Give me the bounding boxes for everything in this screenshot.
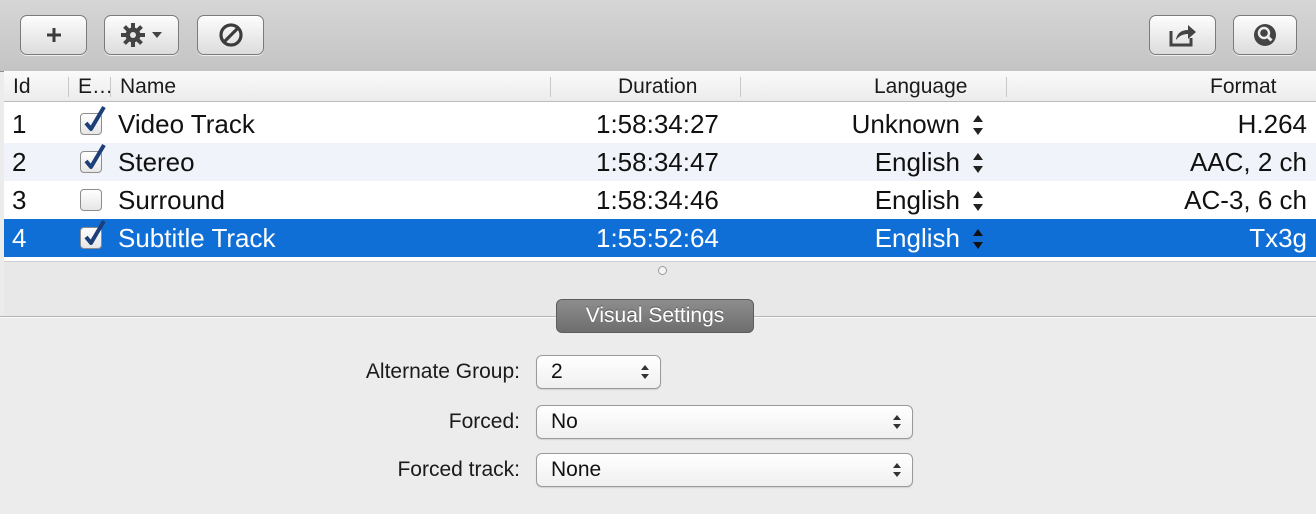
track-duration: 1:58:34:47 — [596, 147, 719, 177]
share-icon — [1169, 25, 1196, 47]
track-id: 2 — [12, 147, 27, 177]
track-format: AAC, 2 ch — [1189, 147, 1307, 177]
track-language: English — [874, 223, 960, 253]
track-language: English — [874, 147, 960, 177]
search-icon — [1254, 24, 1276, 46]
track-id: 1 — [12, 109, 27, 139]
track-name: Video Track — [118, 109, 255, 139]
track-duration: 1:58:34:46 — [596, 185, 719, 215]
alternate-group-label: Alternate Group: — [365, 360, 520, 383]
enabled-checkbox[interactable] — [80, 219, 106, 249]
plus-icon — [46, 28, 61, 42]
prohibited-icon — [218, 23, 243, 47]
table-row-selected[interactable]: 4 Subtitle Track 1:55:52:64 English Tx3g — [4, 219, 1316, 257]
checkmark-icon — [84, 105, 106, 131]
language-stepper-icon[interactable] — [972, 152, 984, 174]
alternate-group-value: 2 — [551, 360, 563, 383]
forced-value: No — [551, 410, 578, 433]
track-name: Subtitle Track — [118, 223, 276, 253]
track-format: AC-3, 6 ch — [1184, 185, 1307, 215]
enabled-checkbox[interactable] — [80, 105, 106, 135]
column-header-format[interactable]: Format — [1210, 71, 1277, 102]
enabled-checkbox[interactable] — [80, 143, 106, 173]
checkmark-icon — [84, 143, 106, 169]
forced-track-label: Forced track: — [397, 458, 520, 481]
table-header: Id E… Name Duration Language Format — [4, 71, 1316, 102]
action-menu-button[interactable] — [104, 15, 179, 55]
forced-track-value: None — [551, 458, 602, 481]
forced-popup[interactable]: No — [536, 405, 913, 439]
table-row[interactable]: 1 Video Track 1:58:34:27 Unknown H.264 — [4, 105, 1316, 143]
track-format: Tx3g — [1249, 223, 1307, 253]
language-stepper-icon[interactable] — [972, 228, 984, 250]
disable-button[interactable] — [197, 15, 264, 55]
column-header-id[interactable]: Id — [13, 71, 31, 102]
track-duration: 1:55:52:64 — [596, 223, 719, 253]
column-header-duration[interactable]: Duration — [618, 71, 697, 102]
table-row[interactable]: 3 Surround 1:58:34:46 English AC-3, 6 ch — [4, 181, 1316, 219]
column-header-enabled[interactable]: E… — [78, 71, 113, 102]
track-name: Surround — [118, 185, 225, 215]
language-stepper-icon[interactable] — [972, 114, 984, 136]
updown-arrows-icon — [893, 415, 901, 429]
track-duration: 1:58:34:27 — [596, 109, 719, 139]
visual-settings-tab[interactable]: Visual Settings — [556, 299, 754, 333]
checkmark-icon — [84, 219, 106, 245]
column-header-name[interactable]: Name — [120, 71, 176, 102]
add-track-button[interactable] — [20, 15, 87, 55]
track-format: H.264 — [1237, 109, 1307, 139]
table-row[interactable]: 2 Stereo 1:58:34:47 English AAC, 2 ch — [4, 143, 1316, 181]
chevron-down-icon — [152, 32, 162, 38]
enabled-checkbox[interactable] — [80, 189, 102, 211]
updown-arrows-icon — [641, 365, 649, 379]
share-button[interactable] — [1149, 15, 1216, 55]
inspect-button[interactable] — [1233, 15, 1297, 55]
track-id: 4 — [12, 223, 27, 253]
tracks-table: Id E… Name Duration Language Format 1 Vi… — [4, 71, 1316, 261]
column-header-language[interactable]: Language — [874, 71, 967, 102]
updown-arrows-icon — [893, 463, 901, 477]
alternate-group-popup[interactable]: 2 — [536, 355, 661, 389]
track-language: Unknown — [851, 109, 960, 139]
language-stepper-icon[interactable] — [972, 190, 984, 212]
splitter-handle[interactable] — [658, 266, 667, 275]
forced-track-popup[interactable]: None — [536, 453, 913, 487]
toolbar — [0, 0, 1316, 72]
track-name: Stereo — [118, 147, 195, 177]
forced-label: Forced: — [448, 410, 520, 433]
gear-icon — [121, 23, 145, 47]
track-language: English — [874, 185, 960, 215]
track-id: 3 — [12, 185, 27, 215]
